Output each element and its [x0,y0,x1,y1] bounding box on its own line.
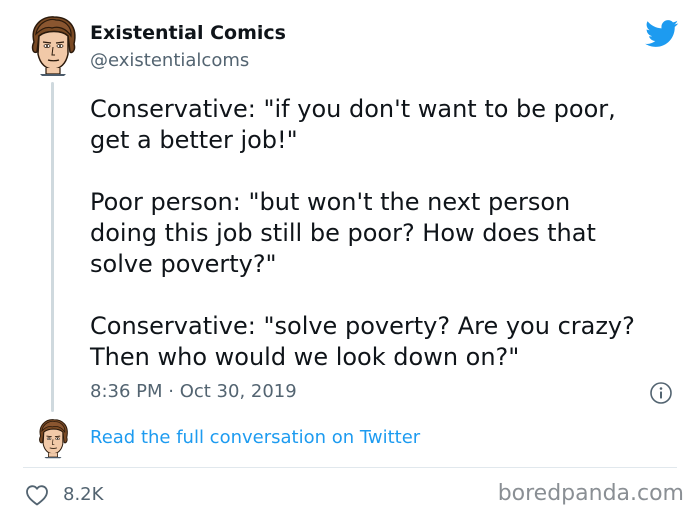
conversation-avatar[interactable] [34,417,72,459]
tweet-text: Conservative: "if you don't want to be p… [90,94,690,373]
like-count: 8.2K [63,484,104,505]
thread-line [51,82,54,412]
author-avatar[interactable] [24,14,82,76]
tweet-paragraph: Poor person: "but won't the next person … [90,188,596,278]
tweet-paragraph: Conservative: "solve poverty? Are you cr… [90,312,635,371]
author-display-name[interactable]: Existential Comics [90,22,286,44]
tweet-timestamp[interactable]: 8:36 PM · Oct 30, 2019 [90,381,297,402]
heart-icon[interactable] [25,484,49,506]
comic-portrait-icon [39,419,68,459]
tweet-paragraph: Conservative: "if you don't want to be p… [90,95,616,154]
watermark: boredpanda.com [497,481,684,506]
comic-portrait-icon [31,16,76,76]
divider [23,467,677,468]
read-conversation-link[interactable]: Read the full conversation on Twitter [90,427,420,448]
author-handle[interactable]: @existentialcoms [90,50,249,71]
twitter-bird-icon[interactable] [645,20,679,48]
info-icon[interactable] [649,381,673,405]
